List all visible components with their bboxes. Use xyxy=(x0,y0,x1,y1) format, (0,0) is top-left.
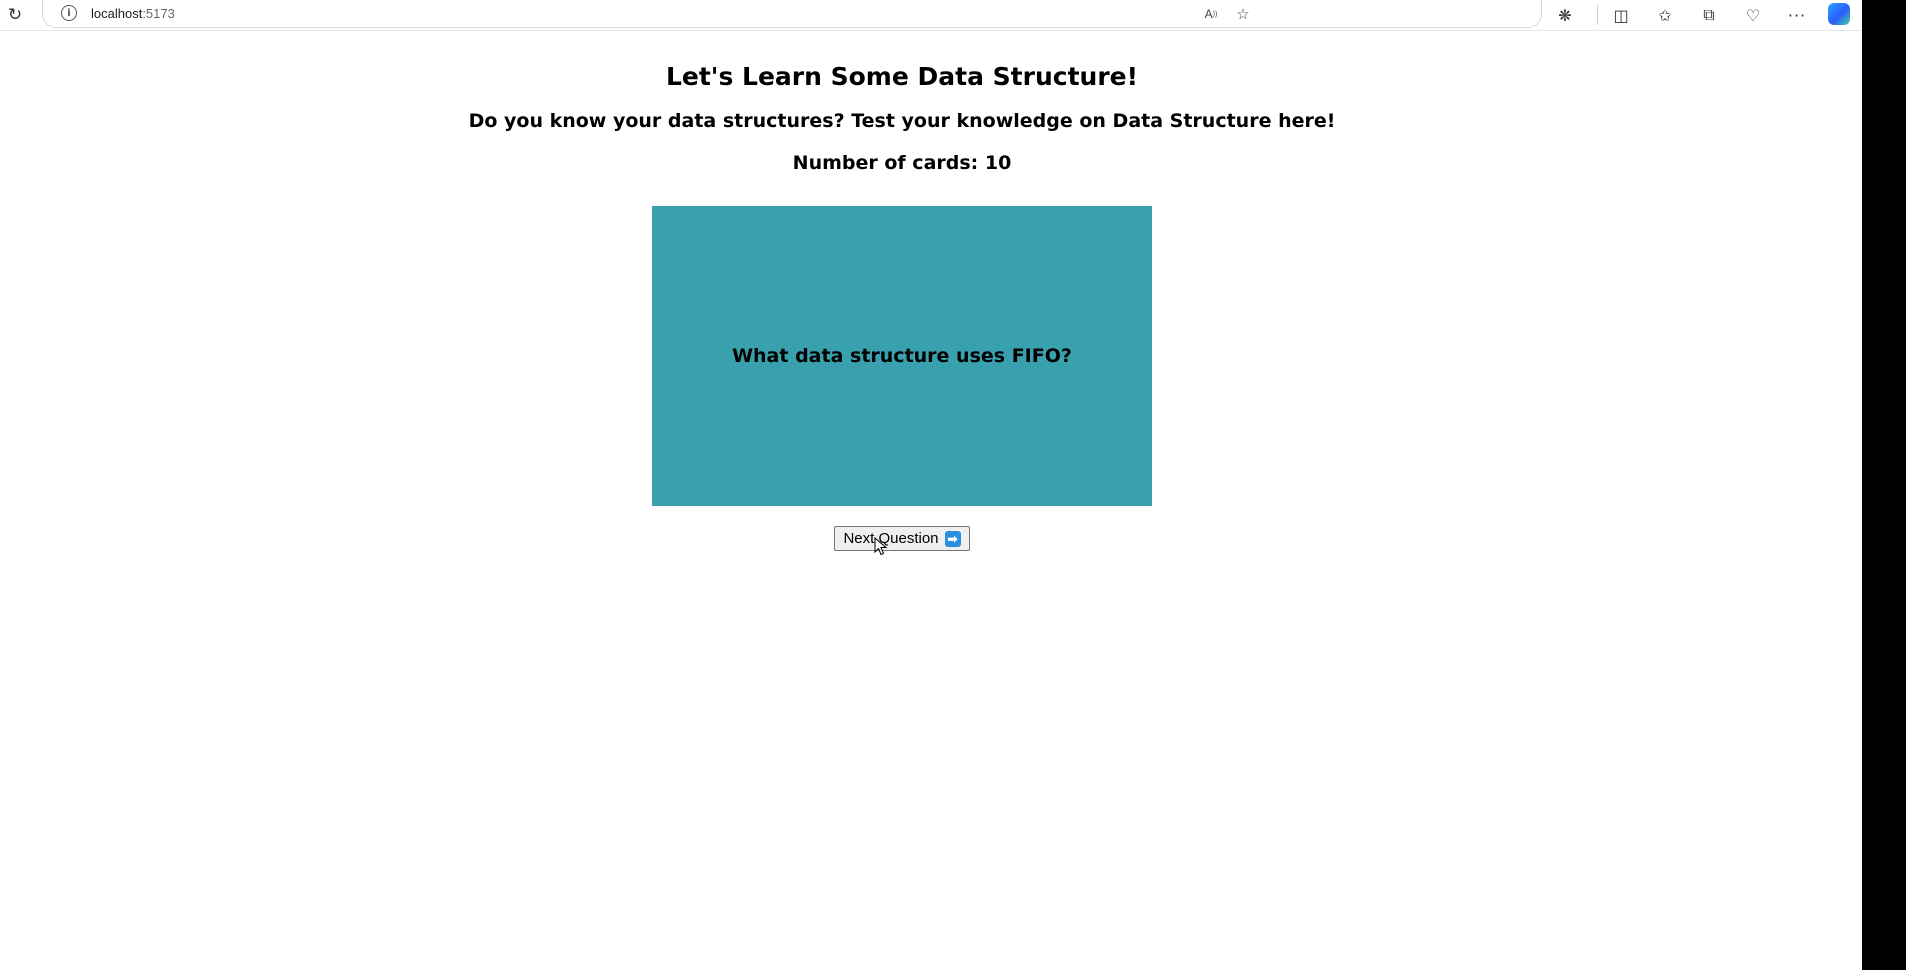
read-aloud-icon[interactable]: A)) xyxy=(1201,4,1221,24)
split-screen-icon[interactable]: ◫ xyxy=(1609,4,1633,26)
mouse-cursor-icon xyxy=(874,537,888,556)
page-content: Let's Learn Some Data Structure! Do you … xyxy=(0,31,1862,970)
address-bar[interactable]: i localhost:5173 A)) ☆ xyxy=(42,0,1542,28)
reload-icon[interactable]: ↻ xyxy=(4,4,26,26)
url-text[interactable]: localhost:5173 xyxy=(91,6,175,21)
screen-edge xyxy=(1862,0,1906,970)
more-icon[interactable]: ··· xyxy=(1785,4,1809,26)
flashcard[interactable]: What data structure uses FIFO? xyxy=(652,206,1152,506)
page-subtitle: Do you know your data structures? Test y… xyxy=(468,110,1336,132)
next-question-button[interactable]: Next Question ➡ xyxy=(834,526,970,551)
browser-toolbar: ↻ i localhost:5173 A)) ☆ ❋ ◫ ✩ ⧉ ♡ ··· xyxy=(0,0,1862,31)
right-arrow-icon: ➡ xyxy=(944,530,961,547)
card-count: Number of cards: 10 xyxy=(792,152,1012,174)
copilot-icon[interactable] xyxy=(1828,3,1850,25)
star-icon[interactable]: ☆ xyxy=(1233,4,1253,24)
card-question: What data structure uses FIFO? xyxy=(732,345,1072,367)
heart-pulse-icon[interactable]: ♡ xyxy=(1741,4,1765,26)
puzzle-icon[interactable]: ❋ xyxy=(1553,4,1577,26)
url-host: localhost xyxy=(91,6,143,21)
favorites-list-icon[interactable]: ✩ xyxy=(1653,4,1677,26)
url-port: :5173 xyxy=(142,6,175,21)
next-question-label: Next Question xyxy=(843,530,939,547)
info-icon[interactable]: i xyxy=(61,5,77,21)
page-title: Let's Learn Some Data Structure! xyxy=(665,62,1139,91)
toolbar-divider xyxy=(1597,5,1598,25)
collections-icon[interactable]: ⧉ xyxy=(1697,4,1721,26)
